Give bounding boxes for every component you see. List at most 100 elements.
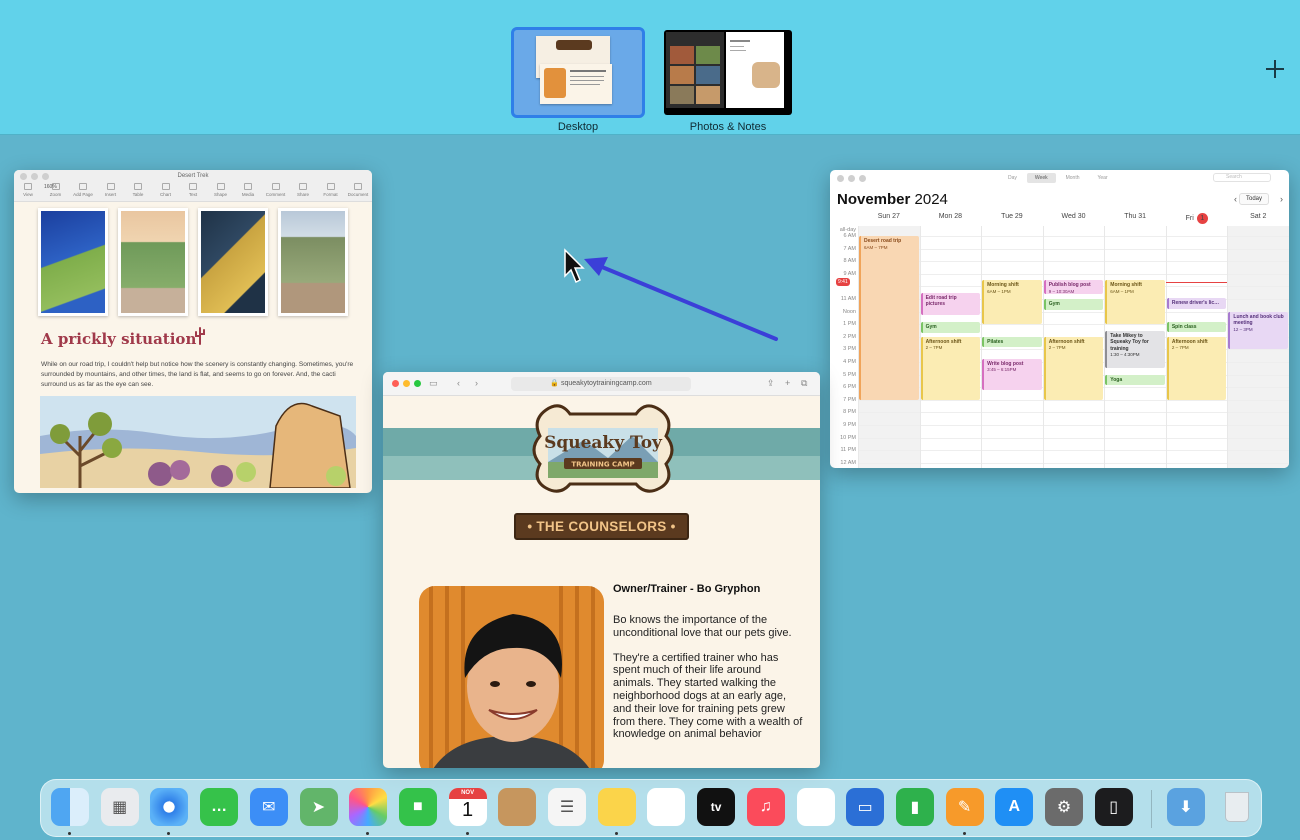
space-photos-notes-thumbnail[interactable] — [664, 30, 792, 115]
safari-traffic-lights[interactable] — [392, 380, 421, 387]
calendar-search-field[interactable]: Search — [1213, 173, 1271, 182]
hour-label: 12 AM — [840, 459, 856, 466]
tab-overview-icon[interactable]: ⧉ — [801, 378, 807, 388]
calendar-event[interactable]: Morning shift 6AM – 1PM — [1105, 280, 1165, 325]
tab-month[interactable]: Month — [1058, 173, 1088, 183]
event-time: 2 – 7PM — [1171, 345, 1189, 351]
news-dock-icon[interactable]: N — [796, 788, 835, 826]
calendar-event[interactable]: Renew driver's lic… — [1166, 297, 1227, 310]
pages-dock-icon[interactable]: ✎ — [945, 788, 984, 826]
toolbar-item-document[interactable]: Document — [348, 183, 368, 197]
calendar-event[interactable]: Gym — [1043, 299, 1104, 311]
safari-dock-icon[interactable]: ✧ — [150, 788, 189, 826]
pages-window[interactable]: Desert Trek View Zoom Add Page Insert Table C… — [14, 170, 372, 493]
trash-dock-icon[interactable] — [1218, 788, 1256, 826]
desert-illustration — [40, 396, 356, 488]
maps-dock-icon[interactable]: ➤ — [299, 788, 338, 826]
day-gridline — [981, 226, 983, 468]
calendar-event[interactable]: Publish blog post 9 – 10:30AM — [1043, 280, 1104, 294]
reminders-dock-icon[interactable]: ☰ — [548, 788, 586, 826]
calendar-traffic-lights[interactable] — [837, 175, 866, 182]
hour-gridline — [858, 425, 1289, 426]
event-title: Afternoon shift — [1171, 338, 1208, 345]
toolbar-item-shape[interactable]: Shape — [211, 183, 231, 197]
freeform-dock-icon[interactable]: 〰 — [647, 788, 686, 826]
notes-dock-icon[interactable] — [597, 788, 636, 826]
toolbar-item-view[interactable]: View — [18, 183, 38, 197]
toolbar-item-table[interactable]: Table — [128, 183, 148, 197]
finder-dock-icon[interactable] — [51, 788, 89, 826]
toolbar-item-chart[interactable]: Chart — [156, 183, 176, 197]
toolbar-item-media[interactable]: Media — [238, 183, 258, 197]
contacts-dock-icon[interactable] — [498, 788, 537, 826]
mail-dock-icon[interactable]: ✉ — [249, 788, 288, 826]
share-icon[interactable]: ⇪ — [767, 378, 775, 388]
tab-week[interactable]: Week — [1026, 173, 1056, 183]
calendar-event[interactable]: Desert road trip 6AM – 7PM — [859, 236, 919, 400]
calendar-week-grid[interactable]: all-day 6 AM 7 AM 8 AM 9 AM 11 AM Noon 1 PM 2 PM… — [830, 226, 1289, 468]
downloads-dock-icon[interactable]: ⬇ — [1167, 788, 1205, 826]
hour-label: 9 AM — [843, 270, 856, 277]
chevron-right-icon[interactable]: › — [1280, 194, 1283, 204]
toolbar-item-text[interactable]: Text — [183, 183, 203, 197]
tv-dock-icon[interactable]: tv — [697, 788, 736, 826]
app-store-dock-icon[interactable]: A — [995, 788, 1034, 826]
media-icon — [244, 183, 252, 190]
add-space-plus-icon[interactable] — [1264, 58, 1286, 80]
music-dock-icon[interactable]: ♫ — [746, 788, 785, 826]
running-indicator — [366, 832, 370, 835]
address-bar[interactable]: 🔒 squeakytoytrainingcamp.com — [511, 377, 691, 391]
calendar-window[interactable]: Day Week Month Year Search November 2024 ‹ … — [830, 170, 1289, 468]
chart-icon — [161, 183, 170, 190]
toolbar-item-comment[interactable]: Comment — [266, 183, 286, 197]
mouse-pointer-icon — [564, 248, 585, 284]
calendar-event[interactable]: Pilates — [982, 336, 1042, 347]
toolbar-item-insert[interactable]: Insert — [101, 183, 121, 197]
tab-year[interactable]: Year — [1090, 173, 1116, 183]
pages-heading: A prickly situation — [41, 330, 197, 348]
event-title: Afternoon shift — [1048, 338, 1085, 345]
calendar-event[interactable]: Afternoon shift 2 – 7PM — [1166, 336, 1227, 400]
event-time: 1:30 – 4:30PM — [1110, 352, 1140, 357]
zoom-value[interactable]: 160% — [44, 184, 57, 190]
space-photos-notes[interactable]: Photos & Notes — [664, 30, 792, 133]
calendar-event[interactable]: Edit road trip pictures — [920, 292, 981, 316]
numbers-dock-icon[interactable]: ▮ — [895, 788, 934, 826]
sidebar-icon[interactable]: ▭ — [429, 378, 438, 388]
space-desktop[interactable]: Desktop — [511, 27, 645, 133]
tab-day[interactable]: Day — [1000, 173, 1025, 183]
photos-dock-icon[interactable] — [349, 788, 388, 826]
cactus-photo — [198, 208, 268, 316]
new-tab-icon[interactable]: + — [785, 378, 790, 388]
system-settings-dock-icon[interactable]: ⚙ — [1045, 788, 1083, 826]
toolbar-item-add-page[interactable]: Add Page — [73, 183, 93, 197]
calendar-event[interactable]: Spin class — [1166, 321, 1227, 332]
view-icon — [24, 183, 32, 190]
calendar-dock-icon[interactable]: NOV 1 — [448, 788, 487, 826]
calendar-event[interactable]: Lunch and book club meeting 12 – 3PM — [1228, 311, 1288, 350]
calendar-event[interactable]: Take Mikey to Squeaky Toy for training 1:… — [1105, 330, 1165, 369]
counselor-bio: Bo knows the importance of the unconditi… — [613, 614, 803, 753]
calendar-event[interactable]: Afternoon shift 2 – 7PM — [920, 336, 981, 400]
space-desktop-thumbnail[interactable] — [511, 27, 645, 118]
calendar-event[interactable]: Gym — [920, 321, 981, 333]
hour-gridline — [858, 236, 1289, 237]
calendar-event[interactable]: Afternoon shift 2 – 7PM — [1043, 336, 1104, 400]
back-icon[interactable]: ‹ — [457, 378, 460, 388]
iphone-mirroring-dock-icon[interactable]: ▯ — [1094, 788, 1133, 826]
calendar-event[interactable]: Write blog post 3:45 – 6:15PM — [982, 358, 1042, 391]
today-button[interactable]: Today — [1238, 193, 1269, 205]
keynote-dock-icon[interactable]: ▭ — [846, 788, 885, 826]
hour-label: 1 PM — [843, 321, 856, 328]
cactus-photo — [278, 208, 348, 316]
toolbar-item-format[interactable]: Format — [321, 183, 341, 197]
chevron-left-icon[interactable]: ‹ — [1234, 194, 1237, 204]
toolbar-item-share[interactable]: Share — [293, 183, 313, 197]
calendar-event[interactable]: Morning shift 6AM – 1PM — [982, 280, 1042, 325]
messages-dock-icon[interactable]: … — [200, 788, 239, 826]
safari-window[interactable]: ▭ ‹ › 🔒 squeakytoytrainingcamp.com ⇪ + ⧉… — [383, 372, 820, 768]
calendar-event[interactable]: Yoga — [1105, 374, 1165, 385]
launchpad-dock-icon[interactable]: ▦ — [100, 788, 139, 826]
forward-icon[interactable]: › — [475, 378, 478, 388]
facetime-dock-icon[interactable]: ■ — [398, 788, 437, 826]
